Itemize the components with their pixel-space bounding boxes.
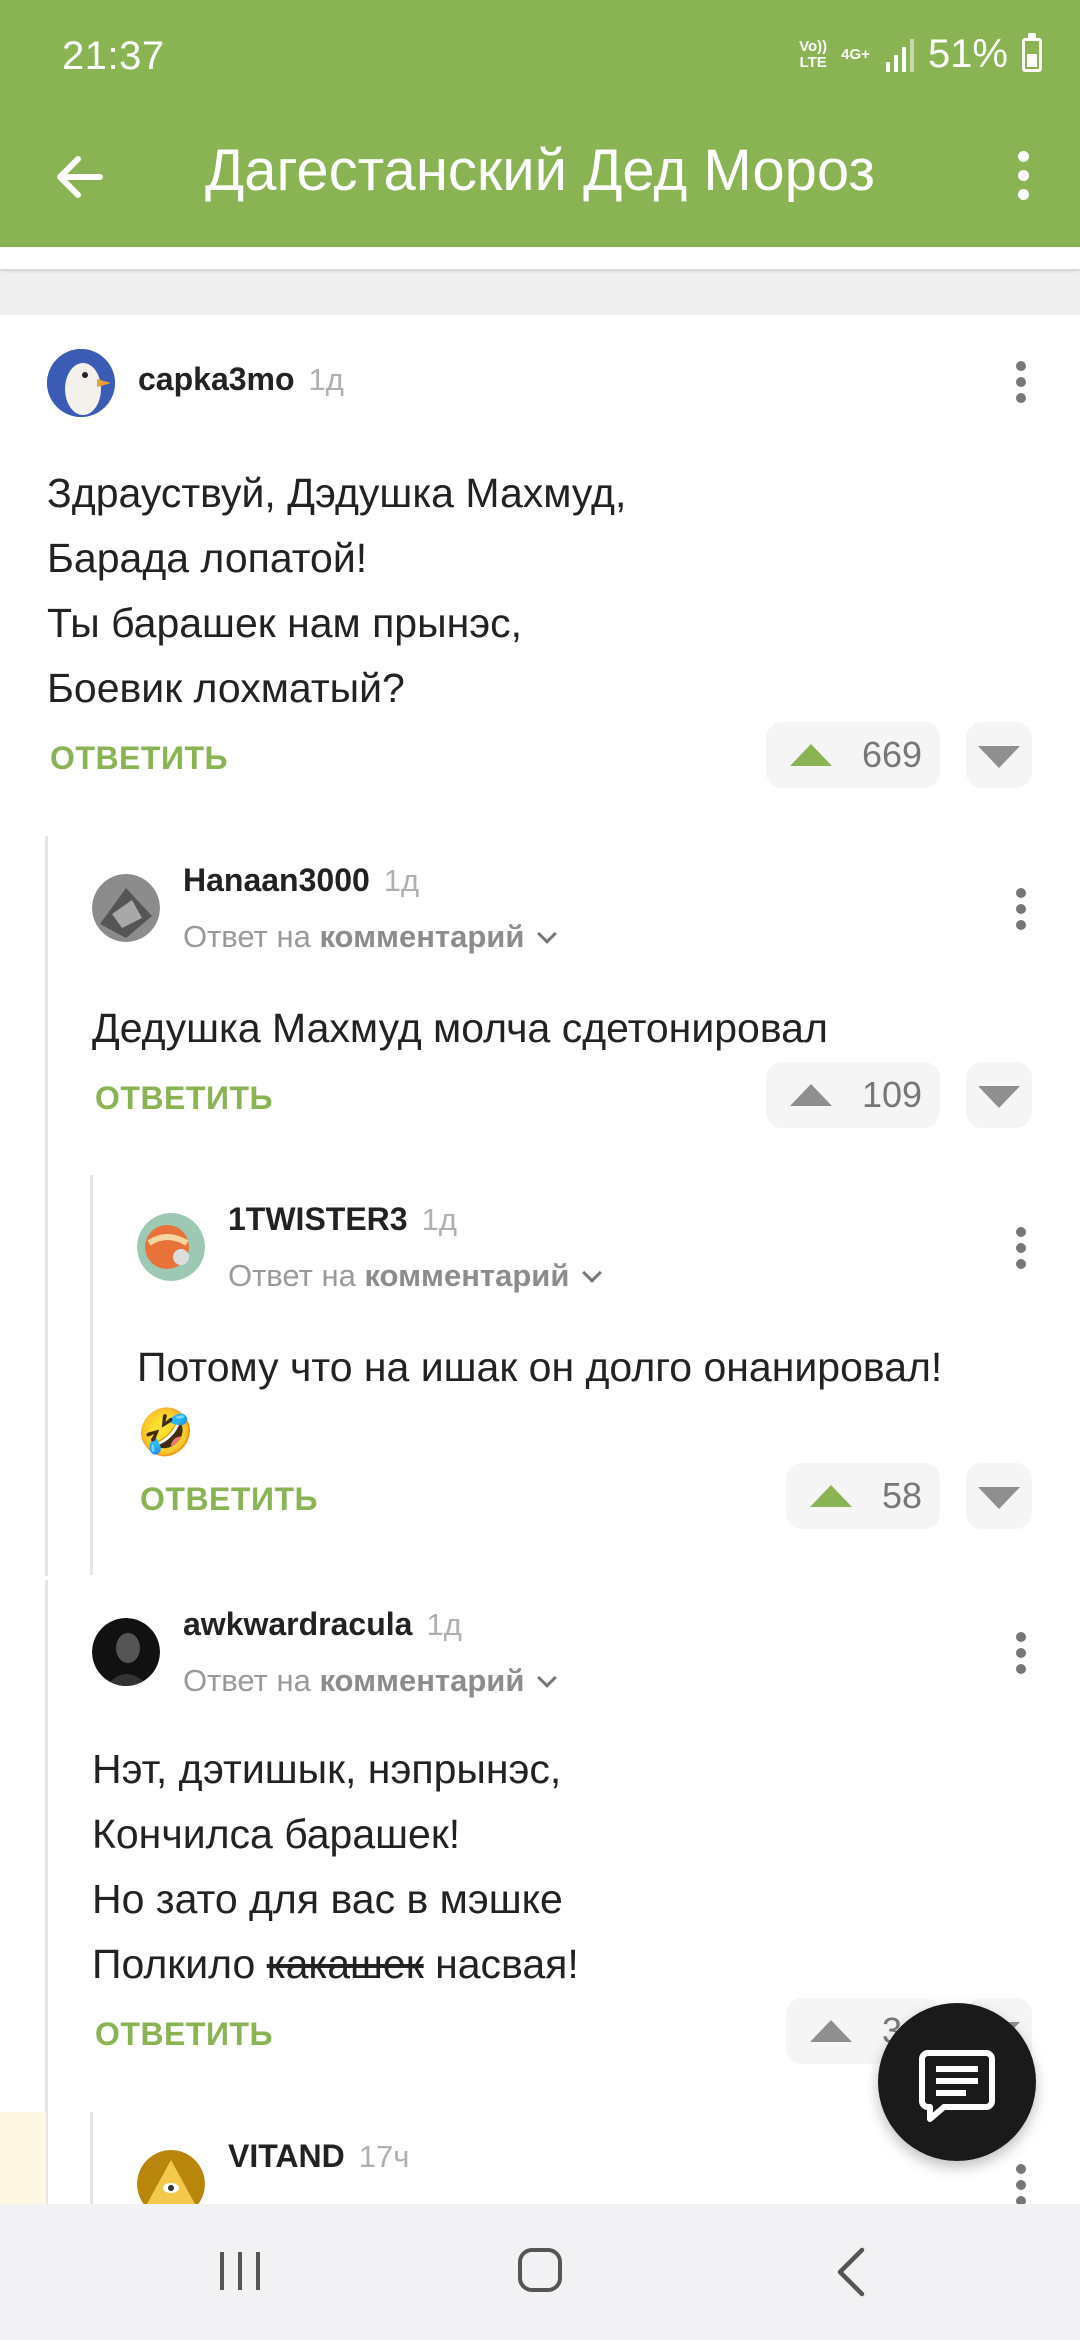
downvote-button[interactable] — [966, 1463, 1032, 1529]
upvote-button[interactable]: 58 — [786, 1463, 940, 1529]
strikethrough-word: какашек — [266, 1941, 424, 1987]
downvote-button[interactable] — [966, 722, 1032, 788]
chevron-down-icon — [537, 1668, 558, 1688]
toolbar: Дагестанский Дед Мороз — [0, 115, 1080, 247]
chevron-down-icon — [537, 924, 558, 944]
system-nav-bar — [0, 2204, 1080, 2340]
comment: 1TWISTER3 1д Ответ на комментарий Потому … — [0, 1175, 1080, 1565]
comment-age: 1д — [421, 1202, 457, 1237]
avatar[interactable] — [92, 1618, 160, 1686]
vote-count: 669 — [862, 734, 923, 775]
arrow-up-icon — [790, 744, 832, 766]
arrow-up-icon — [810, 1485, 852, 1507]
comment-text: Дедушка Махмуд молча сдетонировал — [92, 1005, 828, 1051]
comment-text: Здрауствуй, Дэдушка Махмуд, Барада лопат… — [47, 470, 627, 711]
app-bar: 21:37 Vo)) LTE 4G+ 51% Дагестанский Дед М… — [0, 0, 1080, 247]
more-vertical-icon[interactable] — [1010, 143, 1036, 213]
status-bar: 21:37 Vo)) LTE 4G+ 51% — [0, 0, 1080, 115]
status-time: 21:37 — [62, 34, 165, 78]
avatar[interactable] — [92, 874, 160, 942]
comment-menu-icon[interactable] — [1009, 882, 1033, 942]
reply-button[interactable]: ОТВЕТИТЬ — [95, 2016, 273, 2053]
signal-icon — [885, 38, 914, 72]
reply-button[interactable]: ОТВЕТИТЬ — [140, 1481, 318, 1518]
comment-menu-icon[interactable] — [1009, 1626, 1033, 1686]
reply-to-link[interactable]: Ответ на комментарий — [228, 1258, 603, 1294]
status-icons: Vo)) LTE 4G+ 51% — [799, 32, 1042, 77]
downvote-button[interactable] — [966, 1062, 1032, 1128]
volte-icon: Vo)) LTE — [799, 37, 828, 71]
comment-menu-icon[interactable] — [1009, 355, 1033, 415]
chevron-down-icon — [582, 1263, 603, 1283]
battery-icon — [1022, 32, 1042, 72]
comment-author[interactable]: capka3mo 1д — [138, 361, 344, 398]
vote-count: 109 — [862, 1074, 923, 1115]
back-icon[interactable] — [826, 2244, 876, 2300]
comment: Hanaan3000 1д Ответ на комментарий Дедушк… — [0, 836, 1080, 1136]
arrow-up-icon — [790, 1084, 832, 1106]
comment-author[interactable]: awkwardracula 1д — [183, 1606, 462, 1643]
avatar[interactable] — [47, 349, 115, 417]
comment-age: 17ч — [358, 2139, 410, 2174]
page-title: Дагестанский Дед Мороз — [204, 138, 876, 203]
upvote-button[interactable]: 109 — [766, 1062, 940, 1128]
upvote-button[interactable]: 669 — [766, 722, 940, 788]
arrow-up-icon — [810, 2020, 852, 2042]
home-icon[interactable] — [518, 2248, 562, 2292]
comment-age: 1д — [308, 362, 344, 397]
section-divider — [0, 273, 1080, 315]
post-bottom-edge — [0, 247, 1080, 271]
reply-button[interactable]: ОТВЕТИТЬ — [95, 1080, 273, 1117]
comment: capka3mo 1д Здрауствуй, Дэдушка Махмуд, Б… — [0, 315, 1080, 795]
reply-to-link[interactable]: Ответ на комментарий — [183, 1663, 558, 1699]
network-type-label: 4G+ — [841, 45, 870, 63]
comment-menu-icon[interactable] — [1009, 1221, 1033, 1281]
avatar[interactable] — [137, 2150, 205, 2204]
comment-text: Нэт, дэтишык, нэпрынэс, Кончилса барашек… — [92, 1746, 579, 1987]
reply-to-link[interactable]: Ответ на комментарий — [183, 919, 558, 955]
comment-age: 1д — [383, 863, 420, 898]
comment-author[interactable]: VITAND 17ч — [228, 2138, 409, 2175]
avatar[interactable] — [137, 1213, 205, 1281]
vote-count: 58 — [882, 1475, 923, 1516]
reply-button[interactable]: ОТВЕТИТЬ — [50, 740, 228, 777]
comment-fab-button[interactable] — [878, 2003, 1036, 2161]
comment-author[interactable]: 1TWISTER3 1д — [228, 1201, 457, 1238]
recent-apps-icon[interactable] — [218, 2250, 262, 2292]
battery-percent: 51% — [927, 32, 1008, 76]
comment-menu-icon[interactable] — [1009, 2158, 1033, 2204]
comment-age: 1д — [426, 1607, 462, 1642]
rofl-emoji: 🤣 — [137, 1406, 195, 1458]
comment-author[interactable]: Hanaan3000 1д — [183, 862, 419, 899]
comment-icon — [919, 2050, 995, 2122]
comment-text: Потому что на ишак он долго онанировал! … — [137, 1335, 942, 1465]
